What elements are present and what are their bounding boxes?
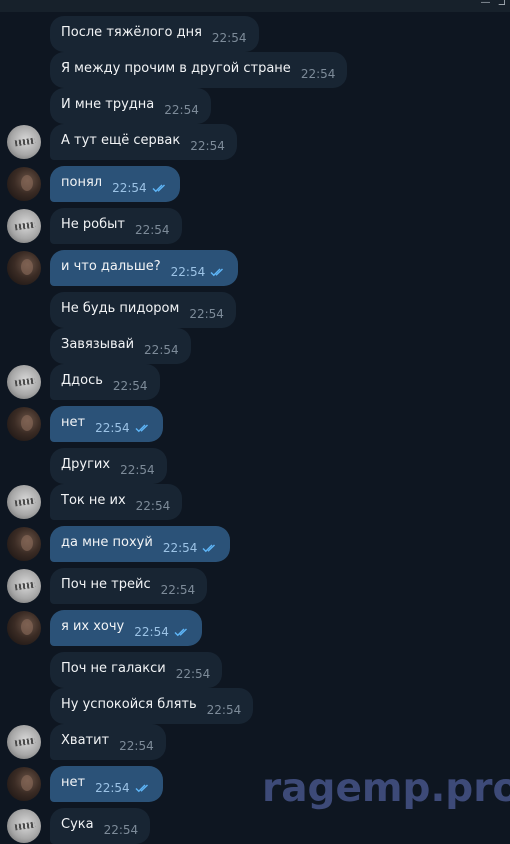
message-bubble-incoming[interactable]: И мне трудна 22:54 (50, 88, 211, 124)
message-text: Других (61, 456, 111, 472)
own-avatar[interactable] (7, 251, 41, 285)
message-text: да мне похуй (61, 534, 153, 550)
double-check-icon (202, 543, 218, 553)
message-text: Хватит (61, 732, 110, 748)
message-time: 22:54 (300, 67, 336, 81)
message-time: 22:54 (120, 463, 155, 477)
double-check-icon (152, 183, 168, 193)
message-bubble-incoming[interactable]: Сука 22:54 (50, 808, 151, 844)
message-time: 22:54 (134, 625, 169, 639)
contact-avatar[interactable] (7, 365, 41, 399)
window-controls[interactable]: — ⊐ (480, 0, 508, 8)
message-text: Ну успокойся блять (61, 696, 197, 712)
message-time: 22:54 (119, 739, 154, 753)
message-bubble-incoming[interactable]: Ток не их 22:54 (50, 484, 183, 520)
message-bubble-outgoing[interactable]: я их хочу 22:54 (50, 610, 202, 646)
contact-avatar[interactable] (7, 809, 41, 843)
message-text: После тяжёлого дня (61, 24, 202, 40)
contact-avatar[interactable] (7, 569, 41, 603)
message-bubble-incoming[interactable]: Поч не галакси 22:54 (50, 652, 223, 688)
message-bubble-incoming[interactable]: Я между прочим в другой стране 22:54 (50, 52, 348, 88)
own-avatar[interactable] (7, 767, 41, 801)
message-time: 22:54 (175, 667, 211, 681)
message-bubble-outgoing[interactable]: и что дальше? 22:54 (50, 250, 239, 286)
double-check-icon (210, 267, 226, 277)
message-text: И мне трудна (61, 96, 155, 112)
message-time: 22:54 (95, 421, 130, 435)
message-bubble-outgoing[interactable]: нет 22:54 (50, 406, 163, 442)
message-time: 22:54 (144, 343, 179, 357)
contact-avatar[interactable] (7, 125, 41, 159)
message-text: Завязывай (61, 336, 135, 352)
message-bubble-incoming[interactable]: А тут ещё сервак 22:54 (50, 124, 237, 160)
message-bubble-incoming[interactable]: Хватит 22:54 (50, 724, 166, 760)
message-bubble-incoming[interactable]: Не будь пидором 22:54 (50, 292, 236, 328)
message-text: Поч не галакси (61, 660, 166, 676)
contact-avatar[interactable] (7, 209, 41, 243)
message-text: А тут ещё сервак (61, 132, 181, 148)
message-time: 22:54 (170, 265, 206, 279)
double-check-icon (135, 423, 151, 433)
message-text: Сука (61, 816, 94, 832)
message-bubble-incoming[interactable]: Других 22:54 (50, 448, 167, 484)
contact-avatar[interactable] (7, 725, 41, 759)
site-watermark: ragemp.pro (262, 766, 510, 811)
message-time: 22:54 (95, 781, 130, 795)
message-text: Не будь пидором (61, 300, 180, 316)
message-text: Ддось (61, 372, 103, 388)
message-bubble-incoming[interactable]: Не робыт 22:54 (50, 208, 182, 244)
window-titlebar: — ⊐ (0, 0, 510, 12)
message-time: 22:54 (211, 31, 247, 45)
own-avatar[interactable] (7, 167, 41, 201)
message-text: Ток не их (61, 492, 126, 508)
message-time: 22:54 (160, 583, 196, 597)
double-check-icon (135, 783, 151, 793)
message-text: Не робыт (61, 216, 125, 232)
message-time: 22:54 (190, 139, 225, 153)
double-check-icon (174, 627, 190, 637)
message-bubble-outgoing[interactable]: нет 22:54 (50, 766, 163, 802)
message-bubble-incoming[interactable]: Ддось 22:54 (50, 364, 160, 400)
message-time: 22:54 (134, 223, 170, 237)
message-text: и что дальше? (61, 258, 161, 274)
message-text: нет (61, 414, 86, 430)
message-bubble-incoming[interactable]: Поч не трейс 22:54 (50, 568, 208, 604)
message-bubble-incoming[interactable]: После тяжёлого дня 22:54 (50, 16, 259, 52)
message-bubble-outgoing[interactable]: понял 22:54 (50, 166, 180, 202)
message-text: Поч не трейс (61, 576, 151, 592)
message-time: 22:54 (164, 103, 199, 117)
own-avatar[interactable] (7, 527, 41, 561)
message-text: Я между прочим в другой стране (61, 60, 291, 76)
message-time: 22:54 (135, 499, 171, 513)
message-time: 22:54 (112, 181, 147, 195)
message-time: 22:54 (206, 703, 242, 717)
message-text: нет (61, 774, 86, 790)
message-time: 22:54 (162, 541, 198, 555)
contact-avatar[interactable] (7, 485, 41, 519)
own-avatar[interactable] (7, 407, 41, 441)
message-bubble-incoming[interactable]: Завязывай 22:54 (50, 328, 191, 364)
message-bubble-outgoing[interactable]: да мне похуй 22:54 (50, 526, 231, 562)
message-time: 22:54 (112, 379, 148, 393)
message-bubble-incoming[interactable]: Ну успокойся блять 22:54 (50, 688, 254, 724)
message-text: я их хочу (61, 618, 125, 634)
message-text: понял (61, 174, 103, 190)
message-time: 22:54 (103, 823, 139, 837)
own-avatar[interactable] (7, 611, 41, 645)
message-time: 22:54 (189, 307, 224, 321)
